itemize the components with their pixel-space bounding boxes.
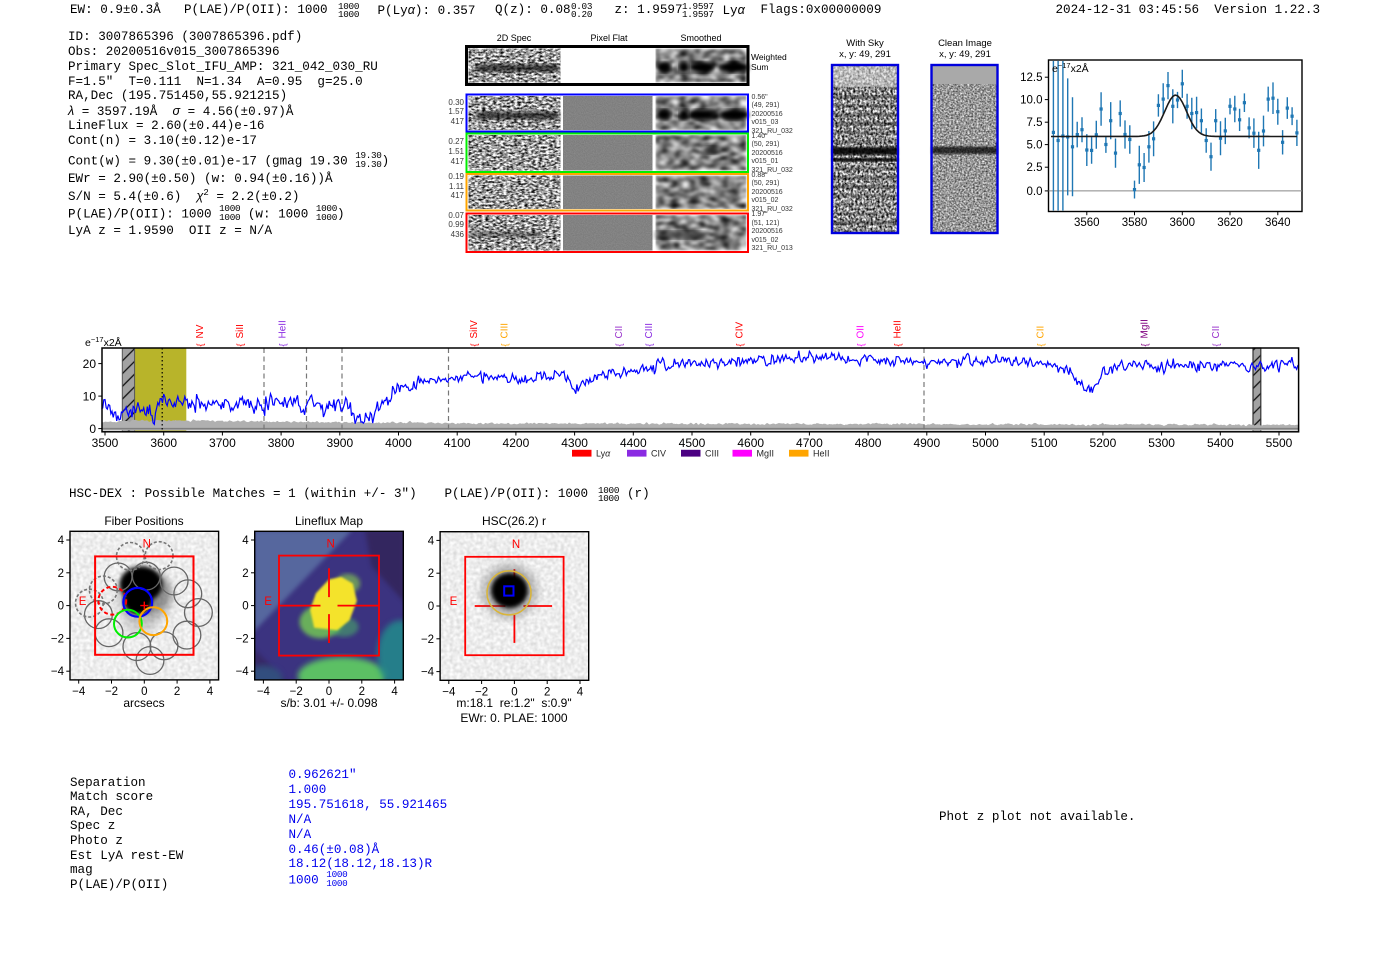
svg-text:NV: NV (195, 324, 206, 338)
svg-text:4100: 4100 (444, 436, 471, 450)
svg-text:5400: 5400 (1207, 436, 1234, 450)
svg-text:7.5: 7.5 (1027, 117, 1043, 129)
svg-text:{: { (469, 343, 479, 346)
svg-text:HeII: HeII (893, 320, 904, 338)
svg-text:−2: −2 (51, 633, 64, 645)
svg-text:5.0: 5.0 (1027, 140, 1043, 152)
svg-text:−4: −4 (421, 667, 435, 679)
svg-text:CIII: CIII (500, 323, 511, 339)
svg-text:10.0: 10.0 (1020, 95, 1042, 107)
svg-text:CIII: CIII (705, 449, 719, 459)
svg-text:N: N (326, 538, 334, 550)
svg-text:−2: −2 (236, 633, 249, 645)
svg-text:CIV: CIV (735, 322, 746, 339)
svg-text:3560: 3560 (1074, 217, 1100, 229)
svg-text:12.5: 12.5 (1020, 72, 1042, 84)
svg-text:MgII: MgII (1140, 319, 1151, 338)
svg-text:SiIV: SiIV (469, 320, 480, 339)
svg-text:2: 2 (242, 568, 248, 580)
svg-text:4500: 4500 (679, 436, 706, 450)
svg-text:0.0: 0.0 (1027, 186, 1043, 198)
svg-text:4000: 4000 (385, 436, 412, 450)
svg-text:{: { (235, 343, 245, 346)
svg-text:{: { (735, 343, 745, 346)
svg-text:−4: −4 (51, 666, 65, 678)
svg-text:3600: 3600 (150, 436, 177, 450)
svg-text:5500: 5500 (1266, 436, 1293, 450)
svg-text:20: 20 (83, 357, 97, 371)
svg-text:{: { (500, 343, 510, 346)
svg-text:0: 0 (89, 422, 96, 436)
svg-text:4400: 4400 (620, 436, 647, 450)
svg-text:5300: 5300 (1148, 436, 1175, 450)
svg-text:3900: 3900 (326, 436, 353, 450)
svg-text:0: 0 (58, 601, 64, 613)
svg-text:{: { (856, 343, 866, 346)
svg-text:{: { (278, 343, 288, 346)
svg-text:E: E (264, 596, 272, 608)
svg-text:CIII: CIII (644, 323, 655, 339)
svg-text:e−17x2Å: e−17x2Å (1052, 61, 1089, 75)
svg-text:3600: 3600 (1170, 217, 1196, 229)
svg-text:3700: 3700 (209, 436, 236, 450)
svg-text:{: { (614, 343, 624, 346)
svg-text:CII: CII (1036, 326, 1047, 339)
svg-text:−2: −2 (421, 634, 434, 646)
svg-text:−4: −4 (236, 666, 250, 678)
svg-text:3640: 3640 (1265, 217, 1291, 229)
svg-text:{: { (893, 343, 903, 346)
svg-text:4: 4 (428, 535, 435, 547)
svg-text:CII: CII (614, 326, 625, 339)
svg-text:10: 10 (83, 389, 97, 403)
svg-text:MgII: MgII (757, 449, 775, 459)
svg-text:SiII: SiII (235, 324, 246, 338)
svg-text:{: { (1211, 343, 1221, 346)
svg-text:5000: 5000 (972, 436, 999, 450)
svg-text:HeII: HeII (813, 449, 830, 459)
svg-text:E: E (450, 596, 458, 608)
svg-text:3500: 3500 (92, 436, 119, 450)
svg-text:5200: 5200 (1090, 436, 1117, 450)
svg-text:{: { (195, 343, 205, 346)
svg-text:E: E (79, 596, 87, 608)
svg-text:4200: 4200 (503, 436, 530, 450)
svg-text:0: 0 (428, 601, 434, 613)
svg-text:{: { (1036, 343, 1046, 346)
svg-text:5100: 5100 (1031, 436, 1058, 450)
svg-text:CIV: CIV (651, 449, 666, 459)
svg-text:e−17x2Å: e−17x2Å (85, 335, 122, 349)
svg-text:4300: 4300 (561, 436, 588, 450)
svg-text:N: N (512, 539, 520, 551)
svg-text:HeII: HeII (278, 320, 289, 338)
svg-text:2.5: 2.5 (1027, 162, 1043, 174)
svg-text:N: N (143, 538, 151, 550)
svg-text:3580: 3580 (1122, 217, 1148, 229)
svg-text:{: { (1140, 343, 1150, 346)
svg-text:4: 4 (58, 535, 65, 547)
svg-text:0: 0 (242, 601, 248, 613)
svg-text:2: 2 (428, 568, 434, 580)
svg-text:4900: 4900 (913, 436, 940, 450)
svg-text:OII: OII (856, 325, 867, 338)
svg-text:2: 2 (58, 568, 64, 580)
svg-text:4: 4 (242, 535, 249, 547)
svg-text:Lyα: Lyα (596, 449, 611, 459)
svg-text:4800: 4800 (855, 436, 882, 450)
svg-text:3620: 3620 (1217, 217, 1243, 229)
svg-text:{: { (644, 343, 654, 346)
svg-text:3800: 3800 (268, 436, 295, 450)
svg-text:CII: CII (1211, 326, 1222, 339)
